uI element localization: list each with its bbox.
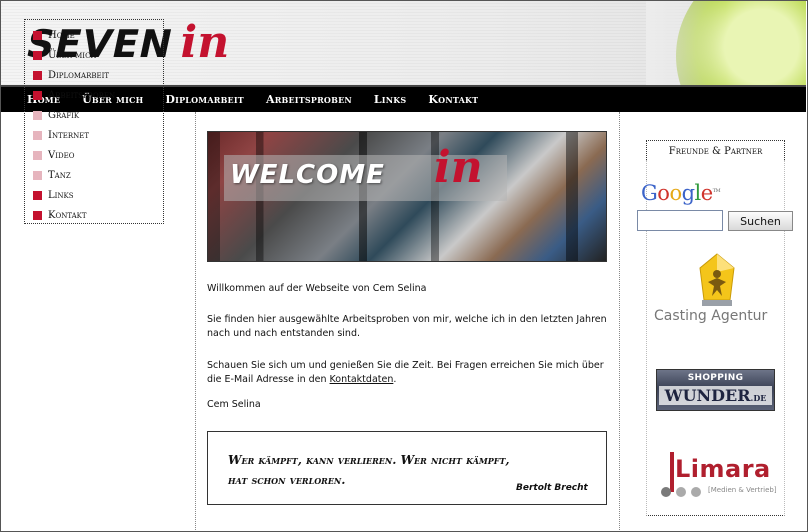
google-letter: G xyxy=(641,181,658,205)
side-menu-item-kontakt[interactable]: Kontakt xyxy=(33,205,163,225)
casting-agentur-logo-icon[interactable] xyxy=(690,252,744,310)
quote-author: Bertolt Brecht xyxy=(516,483,588,493)
bullet-icon xyxy=(33,30,42,40)
google-letter: e xyxy=(700,181,713,205)
lime-image xyxy=(646,1,806,85)
partners-title: Freunde & Partner xyxy=(646,140,785,160)
quote-line-2: hat schon verloren. xyxy=(228,473,346,487)
google-letter: g xyxy=(681,181,695,205)
side-menu-item-diplomarbeit[interactable]: Diplomarbeit xyxy=(33,65,163,85)
side-menu-item-video[interactable]: Video xyxy=(33,145,163,165)
contact-text-end: . xyxy=(393,373,397,385)
intro-paragraph: Sie finden hier ausgewählte Arbeitsprobe… xyxy=(207,314,607,339)
bullet-icon xyxy=(33,90,42,100)
side-menu-item-tanz[interactable]: Tanz xyxy=(33,165,163,185)
quote-line-1: Wer kämpft, kann verlieren. Wer nicht kä… xyxy=(228,453,510,467)
search-input[interactable] xyxy=(637,210,723,231)
side-menu-item-grafik[interactable]: Grafik xyxy=(33,105,163,125)
bullet-icon xyxy=(33,190,42,200)
bullet-icon xyxy=(33,210,42,220)
contact-text: Schauen Sie sich um und genießen Sie die… xyxy=(207,360,604,385)
bullet-icon xyxy=(33,50,42,60)
banner-welcome-text: WELCOME xyxy=(230,160,385,190)
shopping-brand: WUNDER xyxy=(664,386,751,405)
google-tm: TM xyxy=(712,188,721,194)
shopping-top-text: SHOPPING xyxy=(687,373,744,383)
side-menu-link[interactable]: Internet xyxy=(48,130,89,141)
nav-kontakt[interactable]: Kontakt xyxy=(428,93,478,106)
side-menu-item-arbeitsproben[interactable]: Arbeitsproben xyxy=(33,85,163,105)
logo-in-text: in xyxy=(180,17,230,68)
bullet-icon xyxy=(33,70,42,80)
shopping-wunder-logo[interactable]: SHOPPING WUNDER.DE xyxy=(656,369,775,411)
google-letter: o xyxy=(657,181,670,205)
side-menu-link[interactable]: Links xyxy=(48,190,74,201)
quote-box: Wer kämpft, kann verlieren. Wer nicht kä… xyxy=(207,431,607,505)
side-menu-item-home[interactable]: Home xyxy=(33,25,163,45)
limara-logo[interactable]: Limara xyxy=(675,455,771,483)
contact-paragraph: Schauen Sie sich um und genießen Sie die… xyxy=(207,359,612,386)
welcome-paragraph: Willkommen auf der Webseite von Cem Seli… xyxy=(207,283,427,294)
side-menu-item-ueber-mich[interactable]: Über mich xyxy=(33,45,163,65)
shopping-tld: .DE xyxy=(750,393,767,403)
banner-in-text: in xyxy=(434,142,483,193)
side-menu: Home Über mich Diplomarbeit Arbeitsprobe… xyxy=(24,19,164,224)
bullet-icon xyxy=(33,130,42,140)
side-menu-link[interactable]: Arbeitsproben xyxy=(48,90,115,101)
quote-text: Wer kämpft, kann verlieren. Wer nicht kä… xyxy=(228,450,548,490)
limara-bar-icon xyxy=(670,452,674,492)
side-menu-item-links[interactable]: Links xyxy=(33,185,163,205)
search-button[interactable]: Suchen xyxy=(728,211,793,231)
side-menu-link[interactable]: Über mich xyxy=(48,50,97,61)
nav-diplomarbeit[interactable]: Diplomarbeit xyxy=(165,93,244,106)
google-letter: o xyxy=(669,181,682,205)
side-menu-link[interactable]: Kontakt xyxy=(48,210,87,221)
side-menu-item-internet[interactable]: Internet xyxy=(33,125,163,145)
kontaktdaten-link[interactable]: Kontaktdaten xyxy=(330,374,394,385)
bullet-icon xyxy=(33,170,42,180)
nav-arbeitsproben[interactable]: Arbeitsproben xyxy=(266,93,352,106)
side-menu-link[interactable]: Video xyxy=(48,150,74,161)
side-menu-link[interactable]: Home xyxy=(48,30,75,41)
side-menu-link[interactable]: Grafik xyxy=(48,110,79,121)
nav-links[interactable]: Links xyxy=(374,93,407,106)
google-logo[interactable]: GoogleTM xyxy=(641,181,721,205)
limara-subtitle: [Medien & Vertrieb] xyxy=(708,486,777,494)
side-menu-link[interactable]: Tanz xyxy=(48,170,71,181)
side-menu-link[interactable]: Diplomarbeit xyxy=(48,70,109,81)
bullet-icon xyxy=(33,150,42,160)
shopping-main-text: WUNDER.DE xyxy=(659,386,772,405)
limara-dots-icon xyxy=(661,487,706,497)
welcome-banner: WELCOME in xyxy=(207,131,607,262)
signature: Cem Selina xyxy=(207,399,261,410)
casting-agentur-label[interactable]: Casting Agentur xyxy=(654,308,767,324)
bullet-icon xyxy=(33,110,42,120)
